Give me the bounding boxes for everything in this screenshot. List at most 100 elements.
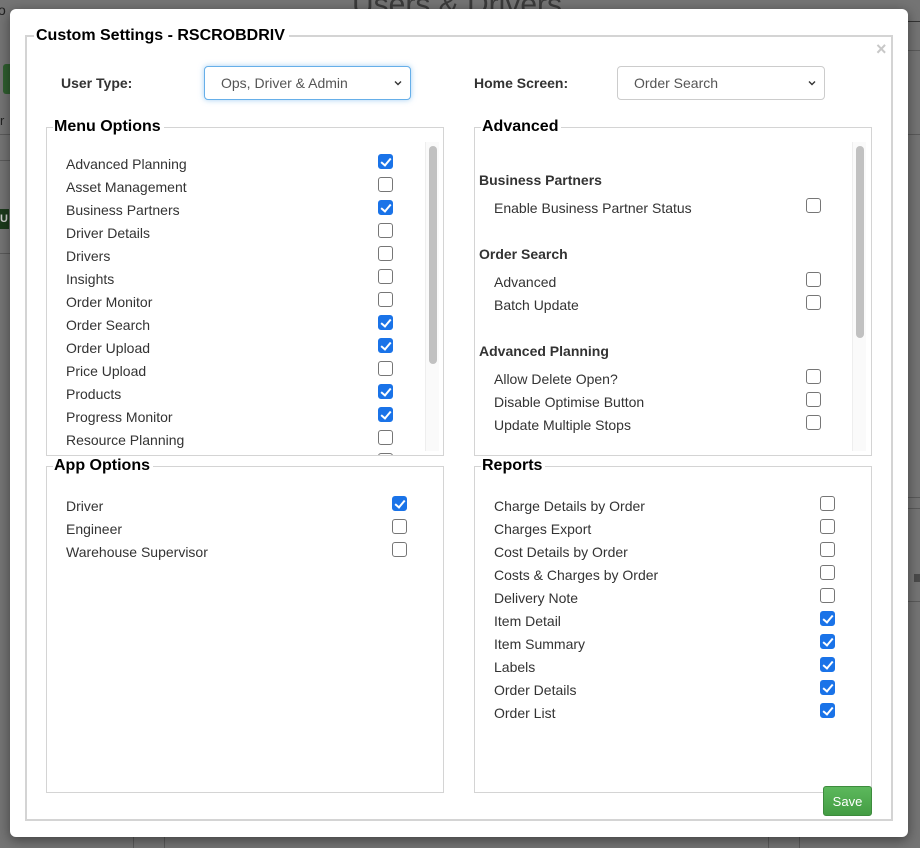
custom-settings-modal: Custom Settings - RSCROBDRIV × User Type… [10,9,908,837]
background-divider [908,601,920,602]
checkbox-checked[interactable] [820,657,835,672]
background-divider [799,836,800,848]
menu-options-list[interactable]: Advanced Planning Asset Management Busines… [47,142,443,455]
checkbox-label: Update Multiple Stops [494,417,631,433]
app-options-list: Driver Engineer Warehouse Supervisor [47,481,443,792]
home-screen-select[interactable]: Order Search [617,66,825,100]
checkbox-unchecked[interactable] [820,588,835,603]
checkbox-unchecked[interactable] [378,269,393,284]
checkbox-row: Charges Export [475,519,871,542]
background-fragment: o [0,2,6,18]
checkbox-checked[interactable] [392,496,407,511]
checkbox-row: Insights [47,269,443,292]
save-button[interactable]: Save [823,786,872,816]
reports-list: Charge Details by Order Charges Export Cos… [475,481,871,792]
checkbox-row: Allow Delete Open? [475,369,871,392]
chevron-down-icon [808,81,816,86]
menu-options-panel: Menu Options Advanced Planning Asset Mana… [46,118,444,456]
checkbox-label: Engineer [66,521,123,537]
checkbox-checked[interactable] [378,154,393,169]
menu-options-scrollbar[interactable] [425,142,439,451]
scroll-thumb[interactable] [429,146,437,364]
checkbox-unchecked[interactable] [378,246,393,261]
advanced-group-heading: Business Partners [479,172,602,188]
reports-panel: Reports Charge Details by Order Charges E… [474,457,872,793]
advanced-scrollbar[interactable] [852,142,866,451]
background-fragment [914,574,920,582]
user-type-label: User Type: [61,75,133,91]
checkbox-checked[interactable] [820,703,835,718]
advanced-list[interactable]: Business Partners Enable Business Partner… [475,142,871,455]
scroll-thumb[interactable] [856,146,864,338]
checkbox-unchecked[interactable] [378,430,393,445]
checkbox-unchecked[interactable] [820,565,835,580]
checkbox-unchecked[interactable] [806,415,821,430]
checkbox-checked[interactable] [820,680,835,695]
checkbox-checked[interactable] [378,315,393,330]
checkbox-checked[interactable] [820,634,835,649]
checkbox-checked[interactable] [378,407,393,422]
background-divider [908,508,920,509]
checkbox-row: Item Summary [475,634,871,657]
checkbox-row: Driver [47,496,443,519]
checkbox-row: Labels [475,657,871,680]
checkbox-row: Order List [475,703,871,726]
checkbox-label: Order List [494,705,556,721]
checkbox-row: Costs & Charges by Order [475,565,871,588]
background-divider [0,253,10,254]
checkbox-unchecked[interactable] [378,361,393,376]
checkbox-row [47,453,443,455]
checkbox-row: Driver Details [47,223,443,246]
checkbox-label: Order Details [494,682,577,698]
background-divider [0,160,10,161]
background-divider [164,836,165,848]
checkbox-checked[interactable] [378,384,393,399]
checkbox-checked[interactable] [378,200,393,215]
checkbox-checked[interactable] [820,611,835,626]
checkbox-unchecked[interactable] [392,542,407,557]
checkbox-label: Business Partners [66,202,180,218]
checkbox-row: Resource Planning [47,430,443,453]
checkbox-label: Insights [66,271,115,287]
checkbox-label: Disable Optimise Button [494,394,645,410]
checkbox-label: Asset Management [66,179,187,195]
checkbox-row: Batch Update [475,295,871,318]
checkbox-unchecked[interactable] [378,292,393,307]
checkbox-unchecked[interactable] [820,542,835,557]
checkbox-unchecked[interactable] [820,496,835,511]
checkbox-row: Order Upload [47,338,443,361]
chevron-down-icon [394,81,402,86]
checkbox-label: Resource Planning [66,432,185,448]
checkbox-checked[interactable] [378,338,393,353]
checkbox-unchecked[interactable] [378,177,393,192]
checkbox-label: Charge Details by Order [494,498,645,514]
checkbox-unchecked[interactable] [806,295,821,310]
checkbox-row: Advanced Planning [47,154,443,177]
checkbox-unchecked[interactable] [806,198,821,213]
checkbox-row: Charge Details by Order [475,496,871,519]
background-divider [908,50,920,51]
background-divider [133,836,134,848]
checkbox-label: Price Upload [66,363,147,379]
checkbox-label: Enable Business Partner Status [494,200,692,216]
checkbox-row: Cost Details by Order [475,542,871,565]
checkbox-unchecked[interactable] [392,519,407,534]
app-options-panel: App Options Driver Engineer Warehouse Supe… [46,457,444,793]
advanced-title: Advanced [481,118,562,136]
checkbox-label: Advanced Planning [66,156,187,172]
checkbox-row: Enable Business Partner Status [475,198,871,221]
background-divider [908,497,920,498]
user-type-select[interactable]: Ops, Driver & Admin [204,66,411,100]
checkbox-unchecked[interactable] [378,223,393,238]
checkbox-label: Charges Export [494,521,592,537]
checkbox-unchecked[interactable] [806,272,821,287]
checkbox-label: Item Detail [494,613,561,629]
checkbox-row: Business Partners [47,200,443,223]
close-icon[interactable]: × [876,40,887,58]
checkbox-row: Warehouse Supervisor [47,542,443,565]
checkbox-unchecked[interactable] [378,453,393,455]
checkbox-unchecked[interactable] [806,369,821,384]
checkbox-unchecked[interactable] [820,519,835,534]
checkbox-unchecked[interactable] [806,392,821,407]
checkbox-row: Asset Management [47,177,443,200]
